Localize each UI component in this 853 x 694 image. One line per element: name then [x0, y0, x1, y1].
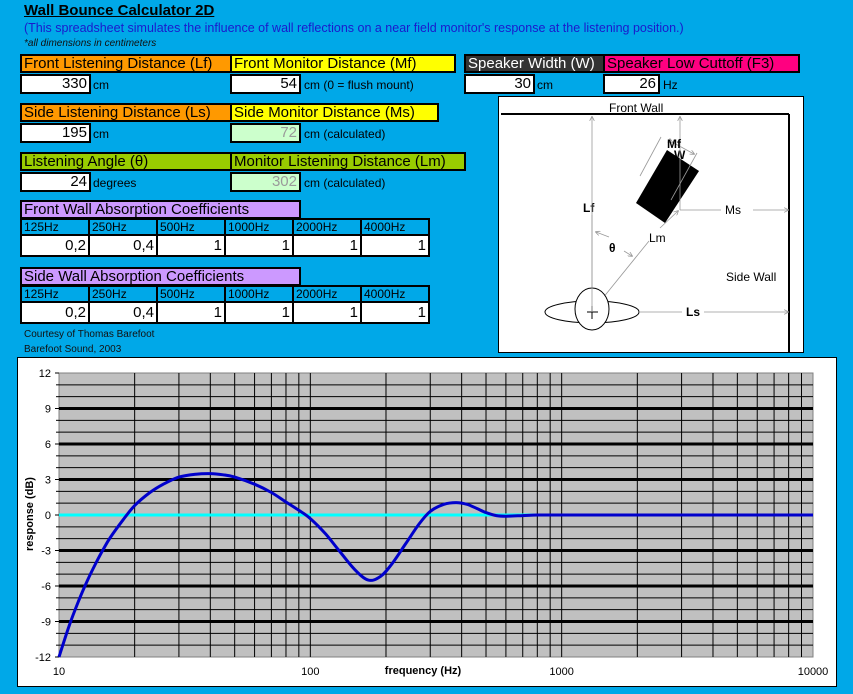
side-coef-125-input[interactable]: 0,2: [20, 301, 90, 324]
y-tick-label: 6: [45, 439, 51, 451]
side-listening-unit: cm: [93, 127, 109, 141]
speaker-cutoff-label: Speaker Low Cuttoff (F3): [603, 54, 800, 73]
speaker-width-unit: cm: [537, 78, 553, 92]
side-coef-250-input[interactable]: 0,4: [88, 301, 158, 324]
freq-header: 4000Hz: [360, 285, 430, 303]
front-coef-250-input[interactable]: 0,4: [88, 234, 158, 257]
side-monitor-value: 72: [230, 123, 301, 143]
front-coef-4000-input[interactable]: 1: [360, 234, 430, 257]
side-wall-label: Side Wall: [726, 270, 776, 284]
x-tick-label: 1000: [549, 666, 573, 678]
side-coef-1000-input[interactable]: 1: [224, 301, 294, 324]
speaker-width-label: Speaker Width (W): [464, 54, 605, 73]
x-tick-label: 10000: [798, 666, 829, 678]
front-coef-500-input[interactable]: 1: [156, 234, 226, 257]
y-tick-label: 9: [45, 404, 51, 416]
mf-label: Mf: [667, 137, 682, 151]
freq-header: 500Hz: [156, 218, 226, 236]
freq-header: 500Hz: [156, 285, 226, 303]
side-coef-2000-input[interactable]: 1: [292, 301, 362, 324]
listening-angle-input[interactable]: 24: [20, 172, 91, 192]
side-monitor-unit: cm (calculated): [304, 127, 386, 141]
monitor-listening-label: Monitor Listening Distance (Lm): [230, 152, 466, 171]
speaker-cutoff-unit: Hz: [663, 78, 678, 92]
units-note: *all dimensions in centimeters: [24, 38, 157, 49]
front-monitor-label: Front Monitor Distance (Mf): [230, 54, 456, 73]
room-diagram-svg: Front Wall Side Wall W Mf Ms Lf Lm θ: [501, 101, 790, 353]
monitor-listening-value: 302: [230, 172, 301, 192]
lm-label: Lm: [649, 231, 666, 245]
y-tick-label: -12: [35, 652, 51, 664]
y-axis-label: response (dB): [24, 477, 36, 551]
speaker-shape: [636, 150, 699, 223]
front-listening-input[interactable]: 330: [20, 74, 91, 94]
room-diagram: Front Wall Side Wall W Mf Ms Lf Lm θ: [498, 96, 804, 353]
lf-label: Lf: [583, 201, 595, 215]
freq-header: 1000Hz: [224, 218, 294, 236]
side-wall-absorption-table: 125Hz 250Hz 500Hz 1000Hz 2000Hz 4000Hz 0…: [20, 285, 430, 324]
y-tick-label: -9: [41, 617, 51, 629]
side-listening-input[interactable]: 195: [20, 123, 91, 143]
speaker-cutoff-input[interactable]: 26: [603, 74, 660, 94]
credit-author: Courtesy of Thomas Barefoot: [24, 329, 155, 340]
x-axis-label: frequency (Hz): [385, 665, 462, 677]
y-tick-label: 0: [45, 510, 51, 522]
monitor-listening-unit: cm (calculated): [304, 176, 386, 190]
side-monitor-label: Side Monitor Distance (Ms): [230, 103, 439, 122]
page-title: Wall Bounce Calculator 2D: [24, 2, 215, 19]
side-coef-4000-input[interactable]: 1: [360, 301, 430, 324]
response-chart-svg: 12 9 6 3 0 -3 -6 -9 -1210 100 1000 10000 frequency …: [24, 368, 829, 678]
credit-company: Barefoot Sound, 2003: [24, 344, 122, 355]
front-coef-2000-input[interactable]: 1: [292, 234, 362, 257]
front-wall-absorption-label: Front Wall Absorption Coefficients: [20, 200, 301, 219]
y-tick-label: -6: [41, 581, 51, 593]
freq-header: 125Hz: [20, 285, 90, 303]
y-tick-label: 12: [39, 368, 51, 380]
freq-header: 2000Hz: [292, 218, 362, 236]
side-listening-label: Side Listening Distance (Ls): [20, 103, 232, 122]
side-wall-absorption-label: Side Wall Absorption Coefficients: [20, 267, 301, 286]
freq-header: 2000Hz: [292, 285, 362, 303]
front-wall-label: Front Wall: [609, 101, 663, 115]
side-coef-500-input[interactable]: 1: [156, 301, 226, 324]
ms-label: Ms: [725, 203, 741, 217]
front-monitor-input[interactable]: 54: [230, 74, 301, 94]
x-tick-label: 10: [53, 666, 65, 678]
front-coef-125-input[interactable]: 0,2: [20, 234, 90, 257]
front-wall-absorption-table: 125Hz 250Hz 500Hz 1000Hz 2000Hz 4000Hz 0…: [20, 218, 430, 257]
speaker-width-input[interactable]: 30: [464, 74, 535, 94]
front-monitor-unit: cm (0 = flush mount): [304, 78, 414, 92]
ls-label: Ls: [686, 305, 700, 319]
listening-angle-unit: degrees: [93, 176, 137, 190]
listening-angle-label: Listening Angle (θ): [20, 152, 232, 171]
y-tick-label: 3: [45, 475, 51, 487]
freq-header: 125Hz: [20, 218, 90, 236]
freq-header: 250Hz: [88, 218, 158, 236]
y-tick-label: -3: [41, 546, 51, 558]
freq-header: 250Hz: [88, 285, 158, 303]
theta-label: θ: [609, 241, 616, 255]
freq-header: 1000Hz: [224, 285, 294, 303]
freq-header: 4000Hz: [360, 218, 430, 236]
front-listening-unit: cm: [93, 78, 109, 92]
x-tick-label: 100: [301, 666, 319, 678]
response-chart: 12 9 6 3 0 -3 -6 -9 -12 10 100 1000 10000 frequency …: [17, 357, 837, 687]
page-subtitle: (This spreadsheet simulates the influenc…: [24, 21, 684, 35]
front-listening-label: Front Listening Distance (Lf): [20, 54, 232, 73]
front-coef-1000-input[interactable]: 1: [224, 234, 294, 257]
